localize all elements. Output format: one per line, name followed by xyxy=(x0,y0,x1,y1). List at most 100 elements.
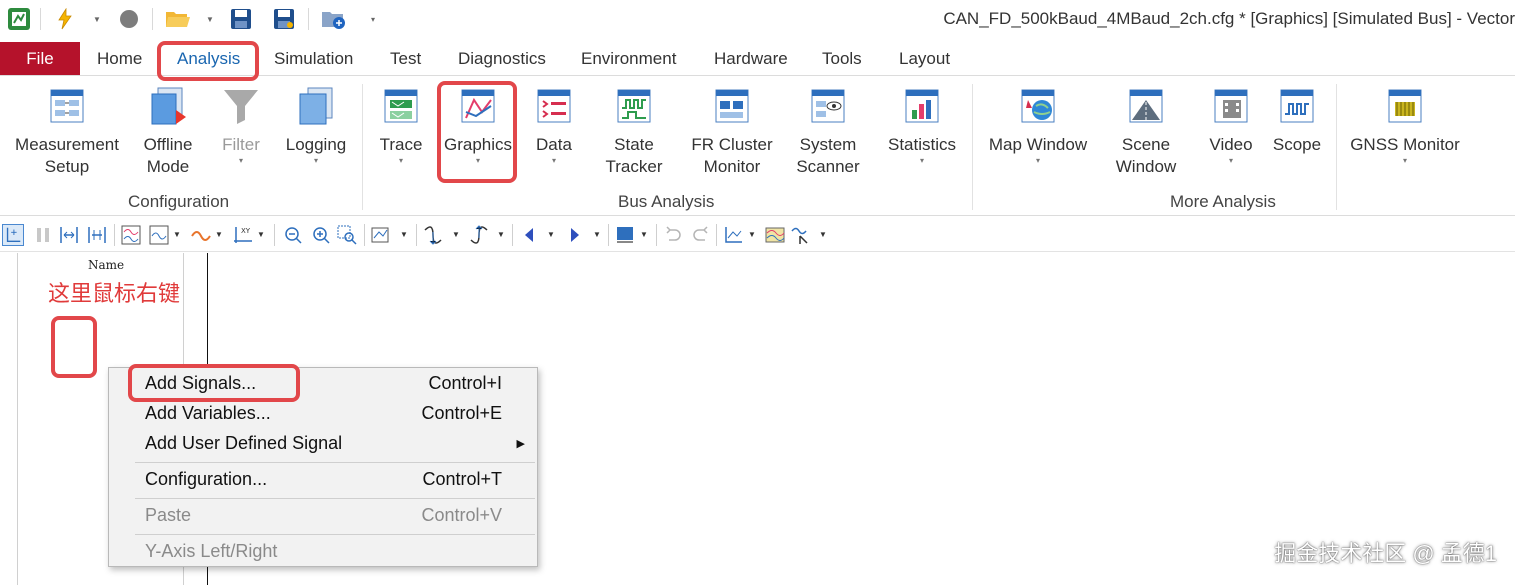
signal-mode-dropdown-icon[interactable]: ▼ xyxy=(173,230,181,239)
measurement-setup-icon xyxy=(50,89,84,123)
video-dropdown-icon: ▾ xyxy=(1228,156,1233,165)
data-button[interactable]: Data ▾ xyxy=(530,86,578,166)
tab-diagnostics[interactable]: Diagnostics xyxy=(458,42,546,76)
signal-mode-icon[interactable] xyxy=(148,224,170,246)
scroll-left-icon[interactable] xyxy=(518,224,540,246)
fit-x-icon[interactable] xyxy=(58,224,80,246)
next-edge-icon[interactable] xyxy=(468,224,490,246)
window-title: CAN_FD_500kBaud_4MBaud_2ch.cfg * [Graphi… xyxy=(943,9,1515,28)
statistics-label: Statistics xyxy=(887,135,957,154)
scene-window-button[interactable]: Scene Window xyxy=(1104,86,1188,178)
fr-cluster-monitor-label-1: FR Cluster xyxy=(691,135,773,154)
system-scanner-button[interactable]: System Scanner xyxy=(786,86,870,178)
stop-icon[interactable] xyxy=(117,6,141,32)
tab-home[interactable]: Home xyxy=(97,42,142,76)
axis-options-icon[interactable] xyxy=(722,224,744,246)
gnss-monitor-button[interactable]: GNSS Monitor ▾ xyxy=(1346,86,1464,166)
trace-dropdown-icon: ▾ xyxy=(398,156,403,165)
lightning-icon[interactable] xyxy=(54,6,76,32)
save-as-icon[interactable] xyxy=(272,6,296,32)
scope-button[interactable]: Scope xyxy=(1270,86,1324,156)
axis-options-dropdown-icon[interactable]: ▼ xyxy=(748,230,756,239)
layout-icon[interactable] xyxy=(614,224,636,246)
menu-item-label: Add Variables... xyxy=(145,402,271,423)
menu-item-shortcut: Control+I xyxy=(428,372,502,393)
tab-layout[interactable]: Layout xyxy=(899,42,950,76)
filter-dropdown-icon: ▾ xyxy=(238,156,243,165)
previous-edge-dropdown-icon[interactable]: ▼ xyxy=(452,230,460,239)
scope-icon xyxy=(1280,89,1314,123)
line-type-icon[interactable] xyxy=(190,224,212,246)
system-scanner-icon xyxy=(811,89,845,123)
fr-cluster-monitor-button[interactable]: FR Cluster Monitor xyxy=(688,86,776,178)
scroll-right-dropdown-icon[interactable]: ▼ xyxy=(593,230,601,239)
filter-button[interactable]: Filter ▾ xyxy=(216,86,266,166)
state-tracker-button[interactable]: State Tracker xyxy=(596,86,672,178)
group-more-analysis-label: More Analysis xyxy=(1170,192,1276,211)
menu-item-paste[interactable]: Paste Control+V xyxy=(109,500,537,530)
data-icon xyxy=(537,89,571,123)
xy-axis-icon[interactable]: XY xyxy=(232,224,254,246)
pause-icon[interactable] xyxy=(32,224,54,246)
measurement-setup-button[interactable]: Measurement Setup xyxy=(12,86,122,178)
save-icon[interactable] xyxy=(229,6,253,32)
menu-item-y-axis-left-right[interactable]: Y-Axis Left/Right xyxy=(109,536,537,566)
menu-item-label: Y-Axis Left/Right xyxy=(145,540,278,561)
scroll-left-dropdown-icon[interactable]: ▼ xyxy=(547,230,555,239)
fr-cluster-monitor-label-2: Monitor xyxy=(703,157,761,176)
gnss-monitor-icon xyxy=(1388,89,1422,123)
menu-item-add-variables[interactable]: Add Variables... Control+E xyxy=(109,398,537,428)
open-dropdown-icon[interactable]: ▼ xyxy=(205,6,215,32)
tab-hardware[interactable]: Hardware xyxy=(714,42,788,76)
tab-environment[interactable]: Environment xyxy=(581,42,676,76)
gnss-monitor-label: GNSS Monitor xyxy=(1350,135,1460,154)
cursor-mode-icon[interactable] xyxy=(2,224,24,246)
tab-file[interactable]: File xyxy=(0,42,80,76)
lightning-dropdown-icon[interactable]: ▼ xyxy=(92,6,102,32)
map-window-button[interactable]: Map Window ▾ xyxy=(984,86,1092,166)
signal-cursor-icon[interactable] xyxy=(790,224,812,246)
menu-item-add-user-defined-signal[interactable]: Add User Defined Signal ▶ xyxy=(109,428,537,458)
scene-window-label-2: Window xyxy=(1115,157,1177,176)
filter-icon xyxy=(224,90,258,124)
redo-icon[interactable] xyxy=(690,224,712,246)
watermark: 掘金技术社区 @ 孟德1 xyxy=(1274,541,1497,566)
zoom-in-icon[interactable] xyxy=(310,224,332,246)
menu-item-configuration[interactable]: Configuration... Control+T xyxy=(109,464,537,494)
menu-item-label: Configuration... xyxy=(145,468,268,489)
map-window-dropdown-icon: ▾ xyxy=(1035,156,1040,165)
measurement-marker-icon[interactable] xyxy=(370,224,392,246)
name-column-header[interactable]: Name xyxy=(88,258,124,272)
trace-icon xyxy=(384,89,418,123)
fit-all-icon[interactable] xyxy=(86,224,108,246)
tab-tools[interactable]: Tools xyxy=(822,42,862,76)
undo-icon[interactable] xyxy=(662,224,684,246)
scene-window-label-1: Scene xyxy=(1121,135,1171,154)
tab-simulation[interactable]: Simulation xyxy=(274,42,353,76)
signal-layout-icon[interactable] xyxy=(120,224,142,246)
customize-dropdown-icon[interactable]: ▾ xyxy=(368,6,378,32)
open-folder-icon[interactable] xyxy=(164,6,192,32)
signal-cursor-dropdown-icon[interactable]: ▼ xyxy=(819,230,827,239)
config-folder-icon[interactable] xyxy=(320,6,348,32)
zoom-out-icon[interactable] xyxy=(282,224,304,246)
system-scanner-label-1: System xyxy=(799,135,857,154)
scroll-right-icon[interactable] xyxy=(564,224,586,246)
offline-mode-button[interactable]: Offline Mode xyxy=(136,86,200,178)
add-signals-highlight xyxy=(128,364,300,402)
xy-axis-dropdown-icon[interactable]: ▼ xyxy=(257,230,265,239)
tab-test[interactable]: Test xyxy=(390,42,421,76)
app-icon[interactable] xyxy=(6,6,32,32)
video-button[interactable]: Video ▾ xyxy=(1204,86,1258,166)
logging-button[interactable]: Logging ▾ xyxy=(282,86,350,166)
layout-dropdown-icon[interactable]: ▼ xyxy=(640,230,648,239)
line-type-dropdown-icon[interactable]: ▼ xyxy=(215,230,223,239)
previous-edge-icon[interactable] xyxy=(422,224,444,246)
statistics-button[interactable]: Statistics ▾ xyxy=(884,86,960,166)
zoom-rect-icon[interactable] xyxy=(336,224,358,246)
next-edge-dropdown-icon[interactable]: ▼ xyxy=(497,230,505,239)
multi-signal-icon[interactable] xyxy=(764,224,786,246)
marker-dropdown-icon[interactable]: ▼ xyxy=(400,230,408,239)
video-icon xyxy=(1214,89,1248,123)
trace-button[interactable]: Trace ▾ xyxy=(376,86,426,166)
